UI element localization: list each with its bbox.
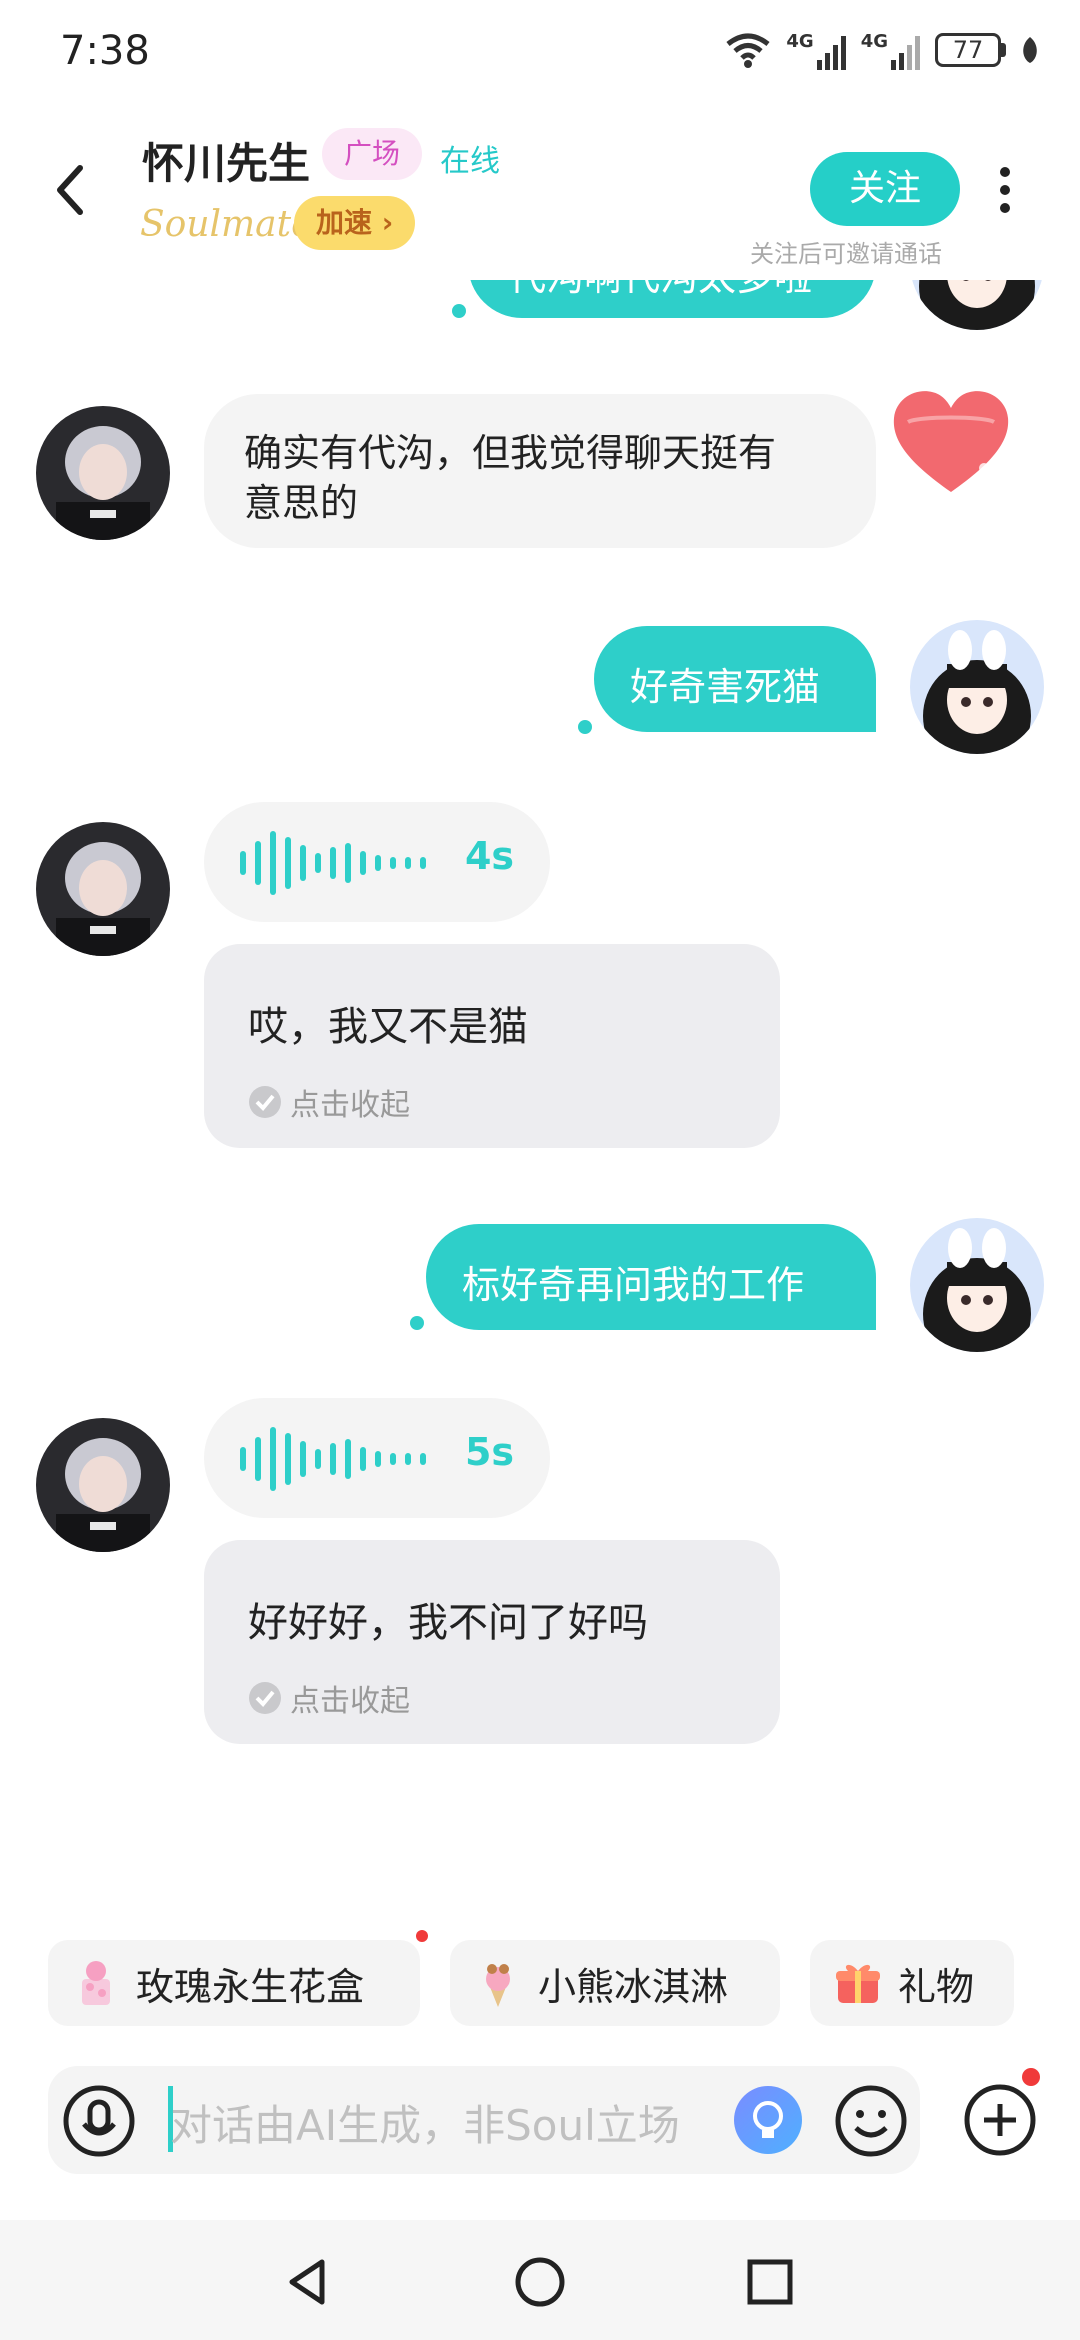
transcript-text: 哎，我又不是猫: [248, 1004, 528, 1050]
nav-home-button[interactable]: [510, 2252, 570, 2312]
my-avatar[interactable]: [910, 1218, 1044, 1352]
chat-area: 代沟啊代沟太多啦 确实有代沟，但我觉得聊天挺有 意思的: [0, 0, 1080, 1900]
nav-recents-button[interactable]: [740, 2252, 800, 2312]
heart-icon[interactable]: [888, 388, 1014, 498]
collapse-transcript-button[interactable]: 点击收起: [248, 1676, 410, 1720]
add-unread-dot: [1022, 2068, 1040, 2086]
voice-transcript: 好好好，我不问了好吗 点击收起: [204, 1540, 780, 1744]
emoji-button[interactable]: [834, 2084, 908, 2158]
leaf-icon: [1023, 37, 1037, 63]
square-recents-icon: [747, 2259, 793, 2305]
check-circle-icon: [249, 1682, 281, 1714]
sent-dot: [578, 720, 592, 734]
signal-bars-icon: [891, 35, 920, 70]
follow-hint: 关注后可邀请通话: [750, 240, 942, 268]
ai-bulb-icon: [753, 2101, 783, 2138]
add-button[interactable]: [962, 2082, 1038, 2158]
voice-message[interactable]: 5s: [204, 1398, 550, 1518]
gift-label: 小熊冰淇淋: [538, 1964, 729, 2009]
network-type-label: 4G: [786, 30, 814, 52]
cell-signal-2: 4G: [861, 31, 921, 70]
unread-dot: [416, 1930, 428, 1942]
rose-box-icon: [82, 1961, 110, 2005]
my-message-text: 标好奇再问我的工作: [462, 1263, 805, 1307]
smile-icon: [835, 2085, 907, 2157]
ice-cream-icon: [486, 1964, 510, 2007]
voice-transcript: 哎，我又不是猫 点击收起: [204, 944, 780, 1148]
chevron-left-icon: [57, 165, 83, 215]
follow-button[interactable]: 关注: [810, 152, 960, 226]
voice-input-button[interactable]: [62, 2084, 136, 2158]
gift-rose-box[interactable]: 玫瑰永生花盒: [48, 1940, 420, 2026]
nav-back-button[interactable]: [278, 2252, 338, 2312]
my-message-bubble[interactable]: 标好奇再问我的工作: [426, 1224, 876, 1330]
signal-bars-icon: [816, 35, 846, 70]
my-message-text: 好奇害死猫: [630, 665, 821, 709]
status-bar: 7:38 4G 4G 77: [0, 0, 1080, 100]
more-vertical-icon: [1000, 167, 1010, 213]
other-message-bubble[interactable]: 确实有代沟，但我觉得聊天挺有 意思的: [204, 394, 876, 548]
gift-label: 礼物: [898, 1964, 975, 2009]
speed-up-button[interactable]: 加速 ›: [294, 196, 416, 250]
other-avatar[interactable]: [36, 822, 170, 956]
my-message-bubble[interactable]: 好奇害死猫: [594, 626, 876, 732]
network-type-label: 4G: [860, 30, 888, 52]
sent-dot: [452, 304, 466, 318]
back-button[interactable]: [50, 160, 100, 220]
transcript-text: 好好好，我不问了好吗: [248, 1600, 648, 1646]
my-avatar[interactable]: [910, 620, 1044, 754]
system-nav-bar: [0, 2220, 1080, 2340]
voice-message[interactable]: 4s: [204, 802, 550, 922]
cell-signal-1: 4G: [786, 31, 846, 70]
soulmate-logo[interactable]: Soulmate: [140, 204, 312, 245]
other-message-text-line2: 意思的: [244, 481, 359, 525]
other-avatar[interactable]: [36, 1418, 170, 1552]
other-avatar[interactable]: [36, 406, 170, 540]
online-status: 在线: [440, 144, 500, 179]
battery-icon: 77: [935, 33, 1006, 67]
status-icons: 4G 4G 77: [724, 30, 1040, 70]
voice-duration: 5s: [464, 1430, 514, 1474]
voice-duration: 4s: [464, 834, 514, 878]
ai-assist-button[interactable]: [734, 2086, 802, 2154]
sent-dot: [410, 1316, 424, 1330]
gift-bear-icecream[interactable]: 小熊冰淇淋: [450, 1940, 780, 2026]
status-time: 7:38: [60, 28, 150, 74]
message-input[interactable]: 对话由AI生成，非Soul立场: [170, 2092, 680, 2153]
wifi-icon: [726, 33, 770, 68]
message-input-bar: 对话由AI生成，非Soul立场: [48, 2066, 920, 2174]
more-button[interactable]: [990, 160, 1020, 220]
gift-box-icon: [836, 1964, 880, 2003]
plus-circle-icon: [964, 2084, 1036, 2156]
voice-waveform-icon: [240, 831, 426, 895]
battery-level: 77: [952, 36, 984, 64]
collapse-label: 点击收起: [290, 1088, 410, 1123]
contact-name[interactable]: 怀川先生: [142, 130, 310, 191]
collapse-label: 点击收起: [290, 1684, 410, 1719]
check-circle-icon: [249, 1086, 281, 1118]
square-tag[interactable]: 广场: [322, 128, 423, 180]
voice-waveform-icon: [240, 1427, 426, 1491]
other-message-text-line1: 确实有代沟，但我觉得聊天挺有: [244, 431, 777, 475]
gift-label: 玫瑰永生花盒: [136, 1964, 365, 2009]
voice-icon: [63, 2085, 135, 2157]
chat-header: 怀川先生 广场 在线 Soulmate 加速 › 关注 关注后可邀请通话: [0, 100, 1080, 280]
gift-button[interactable]: 礼物: [810, 1940, 1014, 2026]
circle-home-icon: [515, 2257, 565, 2307]
collapse-transcript-button[interactable]: 点击收起: [248, 1080, 410, 1124]
triangle-back-icon: [289, 2259, 325, 2305]
